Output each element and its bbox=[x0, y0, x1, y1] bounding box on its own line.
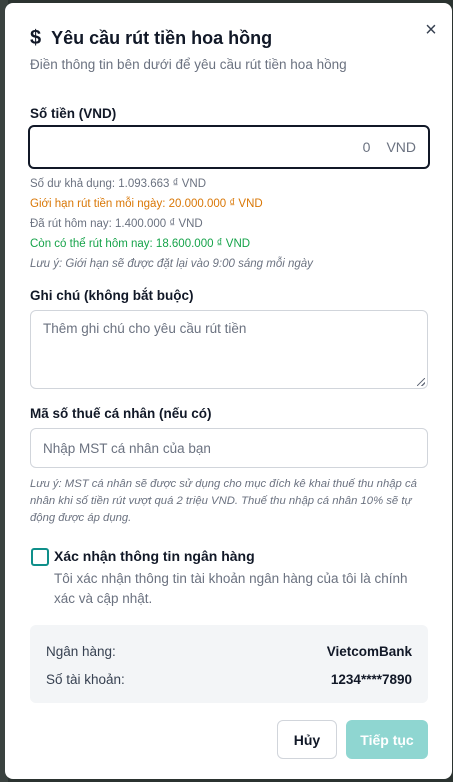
note-placeholder: Thêm ghi chú cho yêu cầu rút tiền bbox=[43, 321, 247, 336]
amount-input[interactable]: 0 VND bbox=[28, 125, 430, 169]
remaining-today: Còn có thể rút hôm nay: 18.600.000 ₫ VND bbox=[30, 238, 251, 250]
account-number-label: Số tài khoản: bbox=[46, 672, 125, 687]
close-icon[interactable]: × bbox=[421, 20, 441, 40]
dialog-title: Yêu cầu rút tiền hoa hồng bbox=[51, 28, 273, 48]
note-textarea[interactable]: Thêm ghi chú cho yêu cầu rút tiền bbox=[30, 310, 428, 389]
daily-limit: Giới hạn rút tiền mỗi ngày: 20.000.000 ₫… bbox=[30, 198, 263, 210]
note-label: Ghi chú (không bắt buộc) bbox=[30, 288, 194, 303]
available-balance: Số dư khả dụng: 1.093.663 ₫ VND bbox=[30, 178, 206, 190]
dialog-header: $ Yêu cầu rút tiền hoa hồng bbox=[30, 27, 272, 50]
resize-handle-icon[interactable] bbox=[417, 378, 425, 386]
bank-info-card: Ngân hàng: VietcomBank Số tài khoản: 123… bbox=[30, 625, 428, 703]
dialog-subtitle: Điền thông tin bên dưới để yêu cầu rút t… bbox=[30, 57, 347, 72]
limit-reset-note: Lưu ý: Giới hạn sẽ được đặt lại vào 9:00… bbox=[30, 258, 313, 270]
bank-name-value: VietcomBank bbox=[326, 644, 412, 659]
tax-label: Mã số thuế cá nhân (nếu có) bbox=[30, 406, 212, 421]
bank-name-row: Ngân hàng: VietcomBank bbox=[46, 644, 412, 659]
withdraw-dialog: × $ Yêu cầu rút tiền hoa hồng Điền thông… bbox=[5, 3, 452, 779]
bank-name-label: Ngân hàng: bbox=[46, 644, 116, 659]
cancel-button[interactable]: Hủy bbox=[277, 720, 337, 759]
tax-placeholder: Nhập MST cá nhân của bạn bbox=[43, 440, 211, 456]
continue-button[interactable]: Tiếp tục bbox=[346, 720, 428, 759]
account-number-row: Số tài khoản: 1234****7890 bbox=[46, 672, 412, 687]
account-number-value: 1234****7890 bbox=[330, 672, 412, 687]
confirm-bank-title[interactable]: Xác nhận thông tin ngân hàng bbox=[54, 548, 255, 564]
amount-unit: VND bbox=[386, 139, 416, 155]
amount-value: 0 bbox=[362, 139, 371, 155]
tax-input[interactable]: Nhập MST cá nhân của bạn bbox=[30, 428, 428, 468]
dollar-icon: $ bbox=[30, 27, 42, 49]
amount-label: Số tiền (VND) bbox=[30, 106, 117, 121]
confirm-bank-description: Tôi xác nhận thông tin tài khoản ngân hà… bbox=[54, 571, 408, 606]
withdrawn-today: Đã rút hôm nay: 1.400.000 ₫ VND bbox=[30, 218, 203, 230]
tax-note: Lưu ý: MST cá nhân sẽ được sử dụng cho m… bbox=[30, 478, 417, 524]
confirm-bank-checkbox[interactable] bbox=[31, 548, 49, 566]
